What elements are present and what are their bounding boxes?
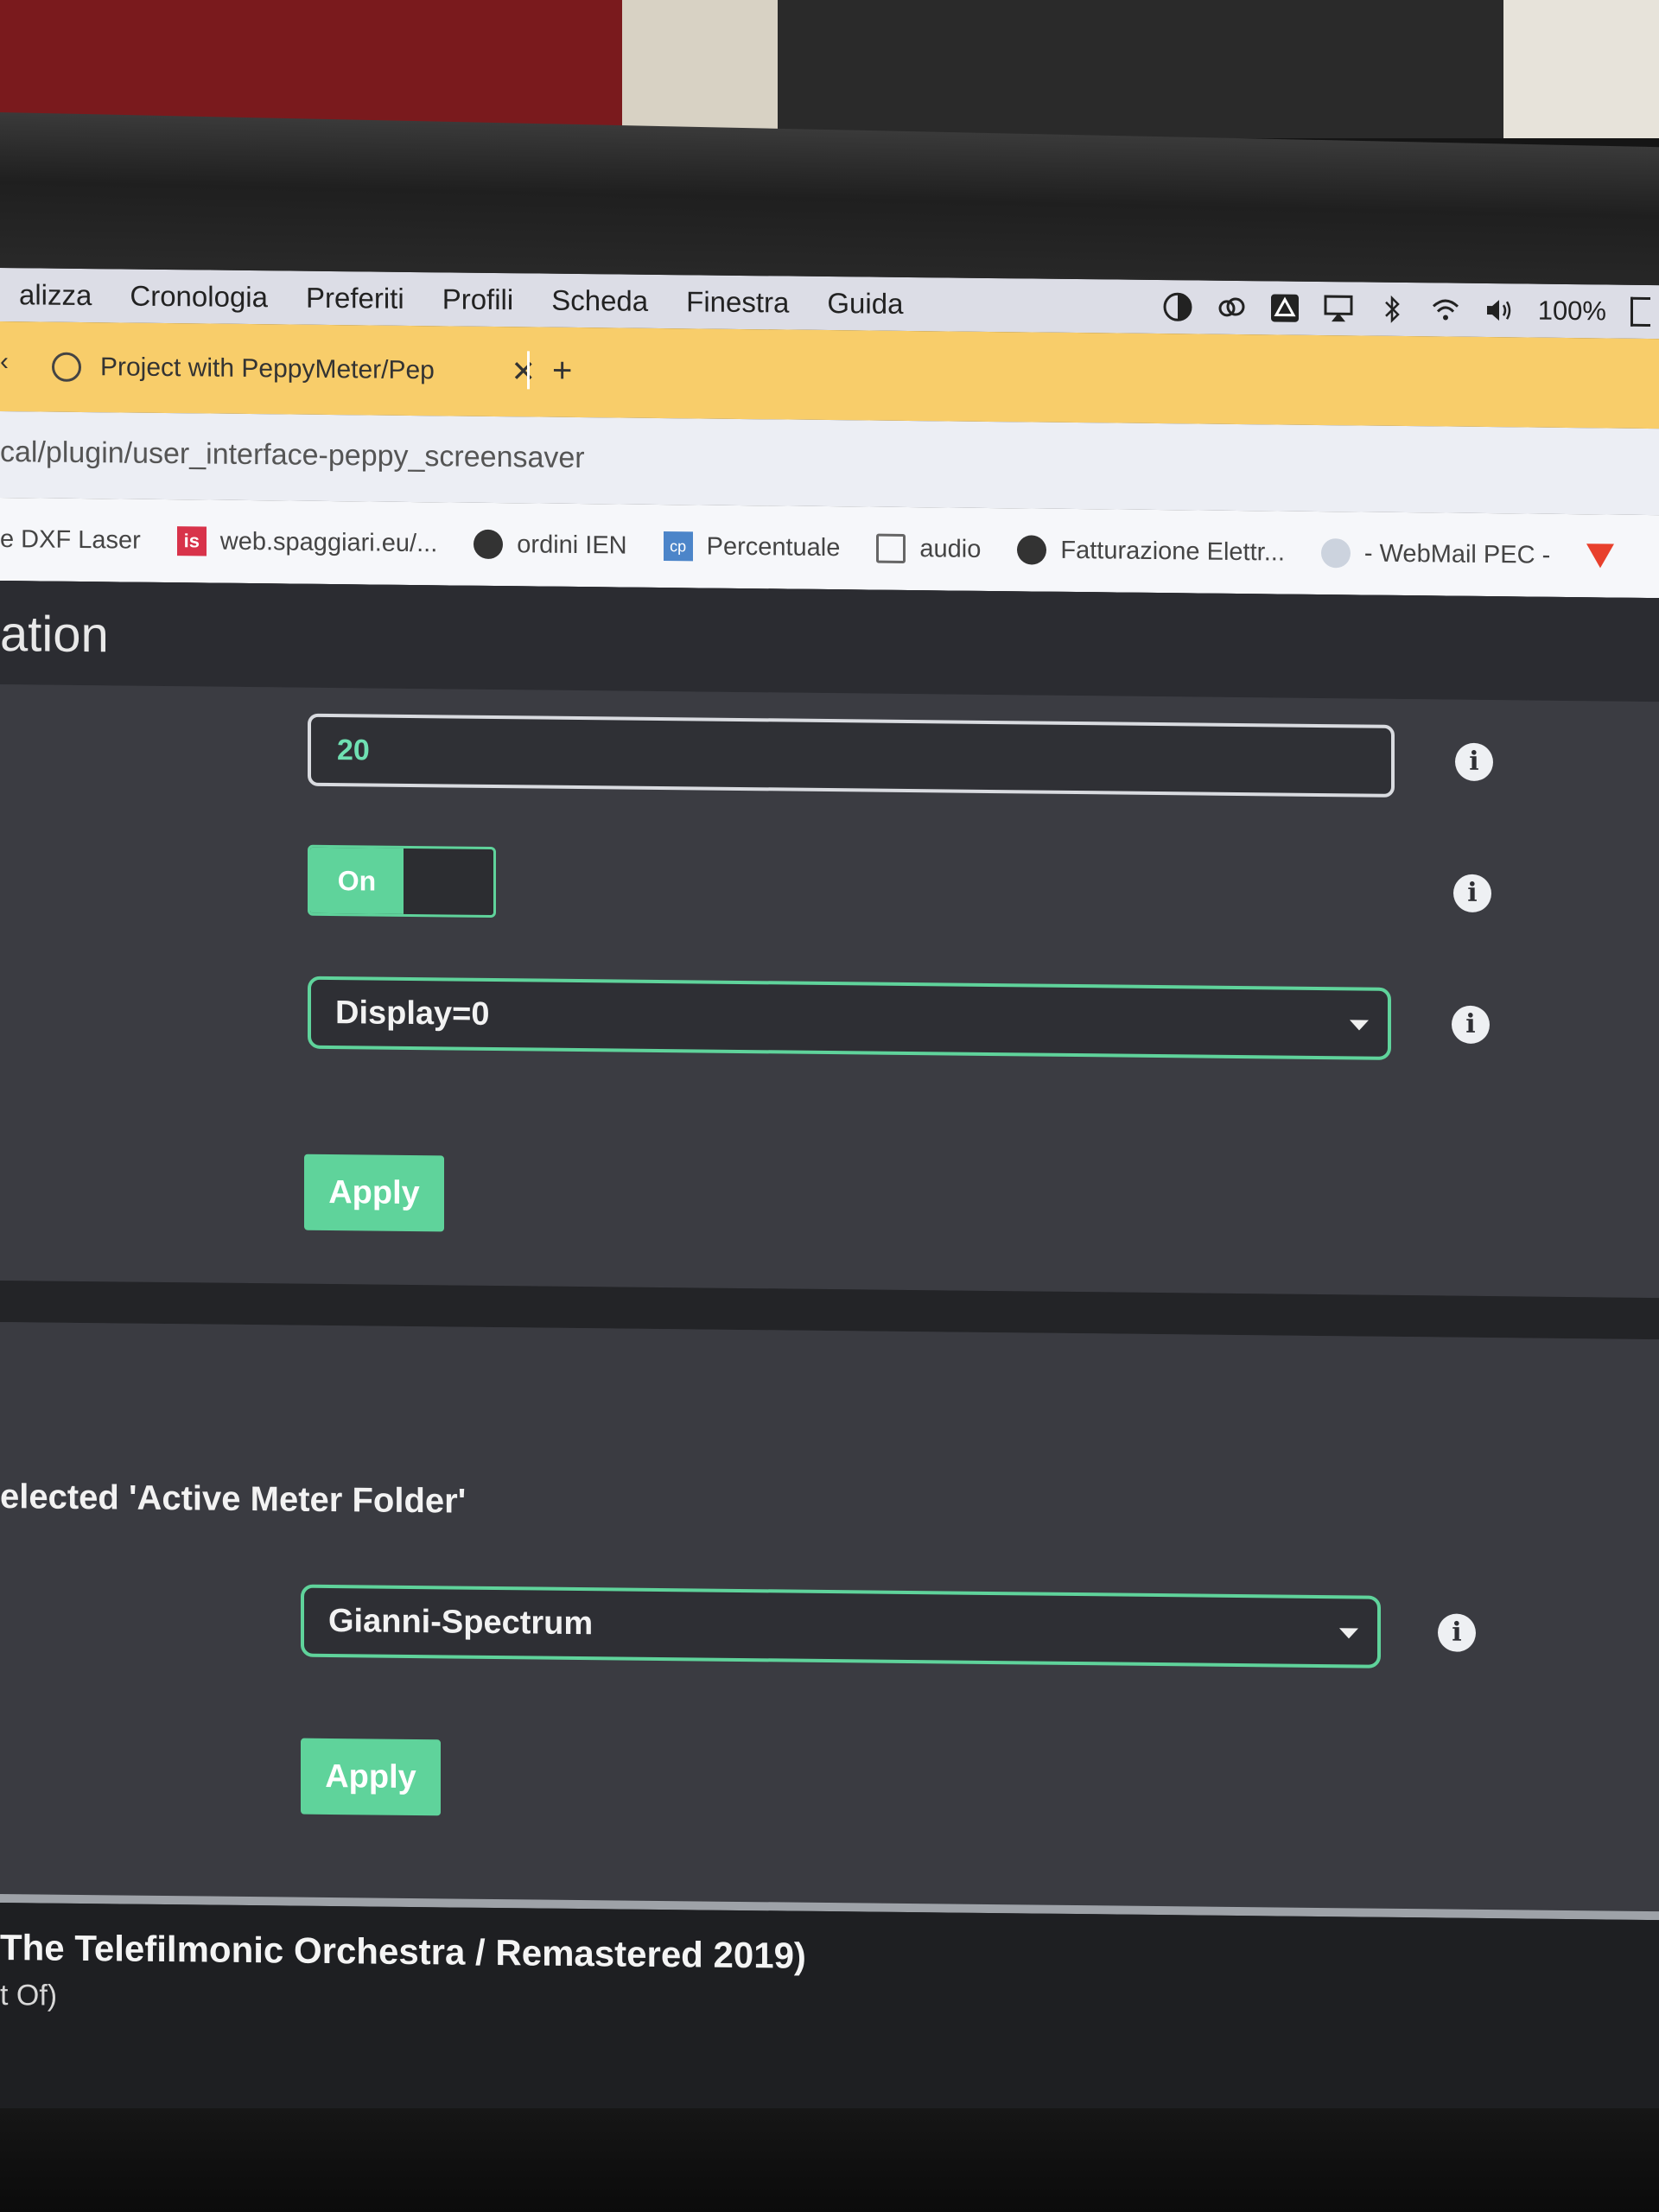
value-input[interactable]: 20 bbox=[308, 713, 1395, 798]
laptop-bottom-bezel bbox=[0, 2108, 1659, 2212]
bookmark-label: Fatturazione Elettr... bbox=[1060, 536, 1285, 567]
wifi-icon[interactable] bbox=[1431, 295, 1460, 324]
bookmark-spaggiari[interactable]: is web.spaggiari.eu/... bbox=[176, 526, 438, 558]
menu-item-visualizza[interactable]: alizza bbox=[0, 278, 111, 312]
track-title: The Telefilmonic Orchestra / Remastered … bbox=[0, 1927, 806, 1976]
bookmark-label: web.spaggiari.eu/... bbox=[219, 527, 438, 557]
menu-item-guida[interactable]: Guida bbox=[808, 287, 922, 321]
globe-icon bbox=[474, 529, 504, 560]
bookmark-label: e DXF Laser bbox=[0, 524, 141, 555]
chevron-down-icon bbox=[1339, 1628, 1358, 1639]
meter-folder-select[interactable]: Gianni-Spectrum bbox=[301, 1584, 1381, 1669]
creative-cloud-icon[interactable] bbox=[1217, 293, 1246, 322]
toggle-switch[interactable]: On bbox=[308, 844, 496, 918]
menu-items: alizza Cronologia Preferiti Profili Sche… bbox=[0, 278, 922, 321]
tab-peppymeter[interactable]: Project with PeppyMeter/Pep ✕ bbox=[52, 334, 536, 405]
display-select-value: Display=0 bbox=[335, 995, 490, 1033]
bookmark-ordini-ien[interactable]: ordini IEN bbox=[474, 529, 627, 561]
meter-folder-panel: elected 'Active Meter Folder' Gianni-Spe… bbox=[0, 1322, 1659, 1912]
bookmark-audio-folder[interactable]: audio bbox=[876, 533, 982, 564]
bookmark-label: ordini IEN bbox=[517, 530, 627, 560]
plugin-page: ation 20 i On i Display=0 i Apply electe… bbox=[0, 581, 1659, 2152]
battery-icon[interactable] bbox=[1630, 296, 1650, 327]
bookmark-webmail-pec[interactable]: - WebMail PEC - bbox=[1320, 538, 1551, 570]
airplay-icon[interactable] bbox=[1324, 294, 1353, 323]
pec-icon bbox=[1320, 538, 1351, 569]
info-icon[interactable]: i bbox=[1455, 742, 1493, 782]
new-tab-button[interactable]: + bbox=[527, 351, 573, 390]
section-title: ation bbox=[0, 606, 109, 664]
tab-bar: ‹ Project with PeppyMeter/Pep ✕ + bbox=[0, 321, 1659, 429]
info-icon[interactable]: i bbox=[1452, 1005, 1490, 1045]
menu-item-profili[interactable]: Profili bbox=[423, 283, 533, 316]
bookmark-percentuale[interactable]: cp Percentuale bbox=[663, 531, 841, 563]
screen: alizza Cronologia Preferiti Profili Sche… bbox=[0, 268, 1659, 2152]
info-icon[interactable]: i bbox=[1453, 874, 1491, 913]
gem-icon bbox=[1586, 543, 1615, 569]
settings-panel: 20 i On i Display=0 i Apply bbox=[0, 684, 1659, 1299]
bookmark-gem[interactable] bbox=[1586, 543, 1615, 569]
info-icon[interactable]: i bbox=[1438, 1613, 1476, 1652]
menu-item-cronologia[interactable]: Cronologia bbox=[111, 279, 287, 314]
meter-folder-label: elected 'Active Meter Folder' bbox=[0, 1478, 467, 1521]
folder-icon bbox=[876, 533, 906, 563]
section-header: ation bbox=[0, 581, 1659, 702]
bluetooth-icon[interactable] bbox=[1377, 295, 1407, 324]
menu-item-scheda[interactable]: Scheda bbox=[532, 283, 667, 318]
apply-button[interactable]: Apply bbox=[301, 1738, 441, 1816]
tab-title: Project with PeppyMeter/Pep bbox=[100, 353, 435, 385]
globe-icon bbox=[1017, 535, 1047, 565]
url-text: cal/plugin/user_interface-peppy_screensa… bbox=[0, 435, 585, 475]
status-area: 100% bbox=[1163, 280, 1659, 339]
cp-icon: cp bbox=[663, 531, 693, 562]
bookmark-dxf-laser[interactable]: e DXF Laser bbox=[0, 525, 141, 556]
volume-icon[interactable] bbox=[1484, 296, 1514, 325]
menu-item-preferiti[interactable]: Preferiti bbox=[287, 281, 423, 315]
spaggiari-icon: is bbox=[176, 526, 207, 556]
tab-scroll-left-icon[interactable]: ‹ bbox=[0, 347, 9, 377]
google-drive-icon[interactable] bbox=[1270, 293, 1300, 322]
meter-folder-select-value: Gianni-Spectrum bbox=[328, 1602, 594, 1643]
battery-percent: 100% bbox=[1537, 295, 1606, 327]
toggle-on-label: On bbox=[310, 847, 404, 914]
track-subtitle: t Of) bbox=[0, 1979, 58, 2012]
bookmark-label: Percentuale bbox=[706, 532, 841, 562]
bookmark-label: audio bbox=[919, 534, 982, 563]
tab-favicon-icon bbox=[52, 352, 81, 382]
display-select[interactable]: Display=0 bbox=[308, 976, 1391, 1060]
bookmark-label: - WebMail PEC - bbox=[1363, 539, 1551, 569]
bookmark-fatturazione[interactable]: Fatturazione Elettr... bbox=[1017, 535, 1285, 567]
chevron-down-icon bbox=[1350, 1020, 1369, 1031]
half-circle-icon[interactable] bbox=[1163, 292, 1192, 321]
apply-button[interactable]: Apply bbox=[304, 1154, 444, 1232]
menu-item-finestra[interactable]: Finestra bbox=[667, 285, 808, 320]
